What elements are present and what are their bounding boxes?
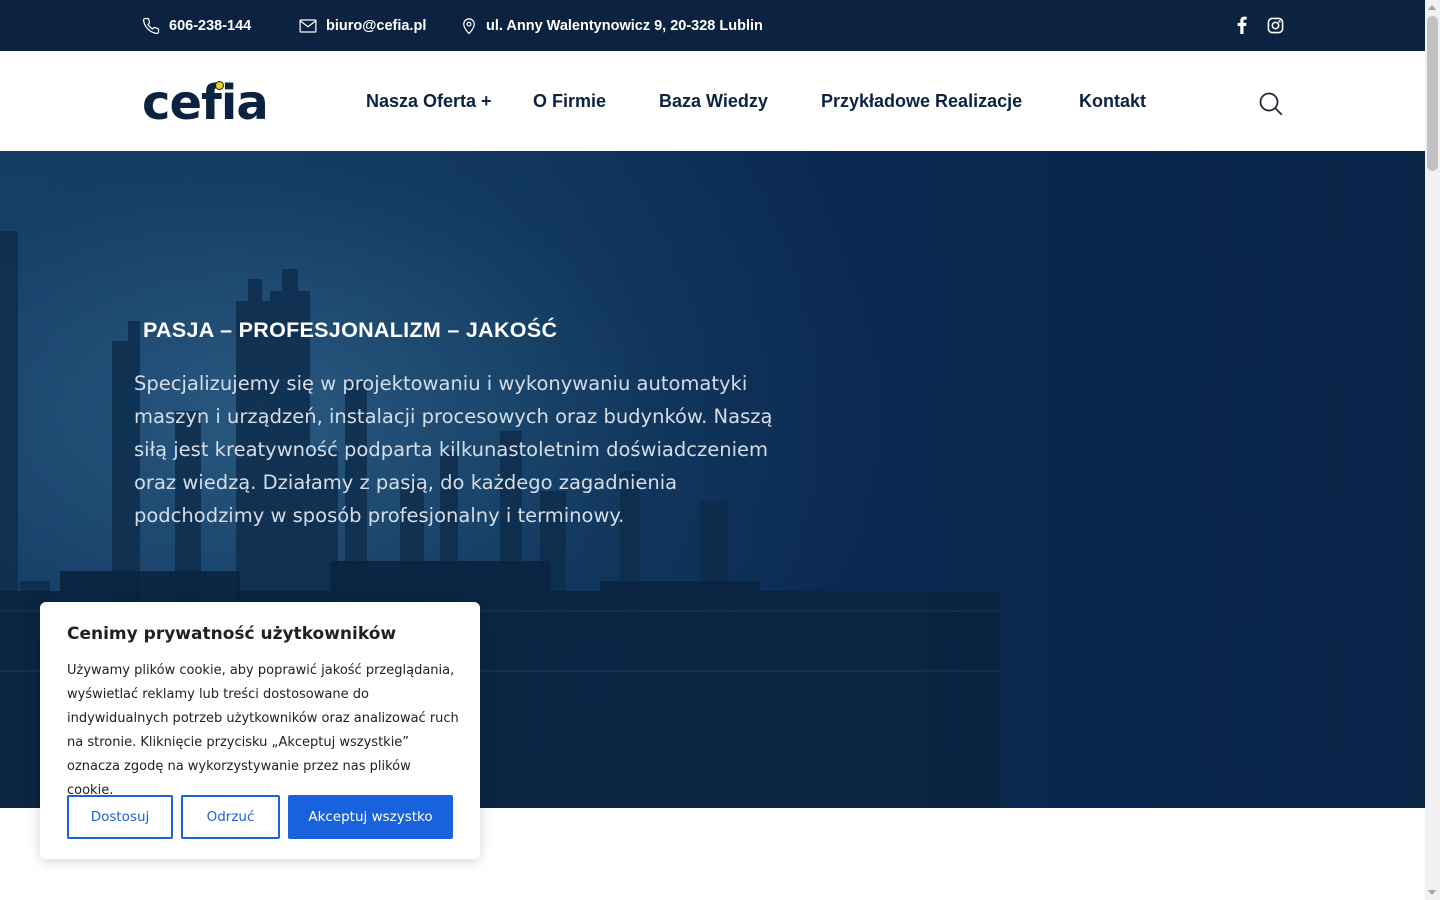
phone-icon: [142, 17, 160, 34]
scroll-down-arrow-icon[interactable]: [1428, 890, 1436, 895]
nav-item-nasza-oferta[interactable]: Nasza Oferta +: [366, 51, 492, 151]
search-icon[interactable]: [1258, 91, 1284, 117]
phone-number: 606-238-144: [169, 17, 252, 34]
nav-item-o-firmie[interactable]: O Firmie: [533, 51, 606, 151]
email-contact[interactable]: biuro@cefia.pl: [299, 0, 426, 51]
nav-item-baza-wiedzy[interactable]: Baza Wiedzy: [659, 51, 768, 151]
address-text: ul. Anny Walentynowicz 9, 20-328 Lublin: [486, 17, 763, 34]
cookie-description: Używamy plików cookie, aby poprawić jako…: [67, 663, 459, 798]
mail-icon: [299, 18, 317, 33]
hero-heading: PASJA – PROFESJONALIZM – JAKOŚĆ: [143, 318, 558, 342]
email-address: biuro@cefia.pl: [326, 17, 427, 34]
accept-all-button[interactable]: Akceptuj wszystko: [288, 795, 453, 839]
hero-description: Specjalizujemy się w projektowaniu i wyk…: [134, 372, 773, 527]
scrollbar-thumb[interactable]: [1427, 16, 1438, 171]
site-logo[interactable]: cefia: [142, 75, 269, 131]
nav-item-przykladowe-realizacje[interactable]: Przykładowe Realizacje: [821, 51, 1022, 151]
logo-dot: [215, 81, 224, 90]
address-contact[interactable]: ul. Anny Walentynowicz 9, 20-328 Lublin: [461, 0, 763, 51]
logo-text: cefia: [142, 75, 269, 131]
cookie-title: Cenimy prywatność użytkowników: [67, 624, 397, 644]
page-scrollbar[interactable]: [1425, 0, 1440, 900]
nav-item-kontakt[interactable]: Kontakt: [1079, 51, 1146, 151]
main-header: cefia Nasza Oferta + O Firmie Baza Wiedz…: [0, 51, 1425, 151]
scroll-up-arrow-icon[interactable]: [1428, 5, 1436, 10]
cookie-consent-banner: Cenimy prywatność użytkowników Używamy p…: [40, 602, 480, 859]
phone-contact[interactable]: 606-238-144: [142, 0, 251, 51]
customize-button[interactable]: Dostosuj: [67, 795, 173, 839]
facebook-icon[interactable]: [1232, 14, 1252, 36]
instagram-icon[interactable]: [1265, 14, 1285, 36]
reject-button[interactable]: Odrzuć: [181, 795, 280, 839]
top-bar: 606-238-144 biuro@cefia.pl ul. Anny Wale…: [0, 0, 1425, 51]
location-pin-icon: [463, 17, 475, 34]
